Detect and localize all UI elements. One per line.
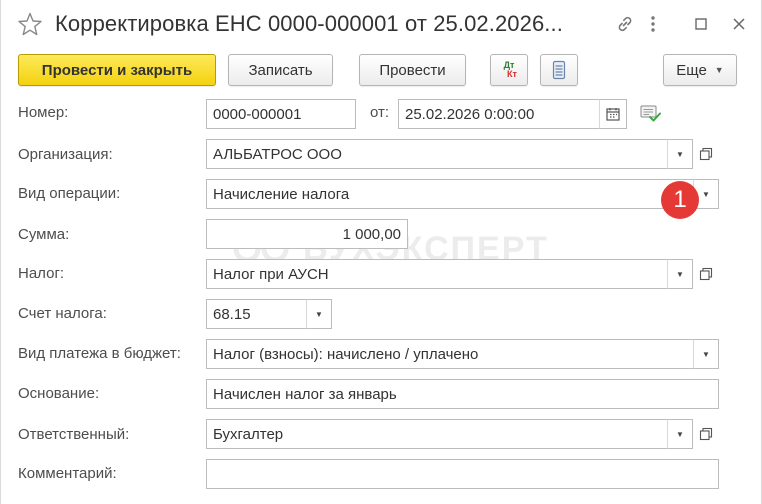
responsible-dropdown-button[interactable]: ▼ bbox=[667, 419, 693, 449]
close-icon[interactable] bbox=[727, 12, 751, 36]
document-window: Корректировка ЕНС 0000-000001 от 25.02.2… bbox=[0, 0, 762, 504]
organization-open-button[interactable] bbox=[693, 139, 719, 169]
date-field[interactable]: 25.02.2026 0:00:00 bbox=[398, 99, 600, 129]
organization-label: Организация: bbox=[18, 146, 113, 163]
star-icon[interactable] bbox=[17, 11, 43, 37]
tax-open-button[interactable] bbox=[693, 259, 719, 289]
organization-dropdown-button[interactable]: ▼ bbox=[667, 139, 693, 169]
link-icon[interactable] bbox=[613, 12, 637, 36]
tax-account-field[interactable]: 68.15 bbox=[206, 299, 307, 329]
date-label: от: bbox=[370, 104, 390, 121]
responsible-label: Ответственный: bbox=[18, 426, 130, 443]
more-button[interactable]: Еще ▼ bbox=[663, 54, 737, 86]
dt-kt-button[interactable]: Дт Кт bbox=[490, 54, 528, 86]
list-button[interactable] bbox=[540, 54, 578, 86]
post-and-close-button[interactable]: Провести и закрыть bbox=[18, 54, 216, 86]
dropdown-icon: ▼ bbox=[676, 429, 684, 439]
organization-field[interactable]: АЛЬБАТРОС ООО bbox=[206, 139, 668, 169]
window-title: Корректировка ЕНС 0000-000001 от 25.02.2… bbox=[55, 11, 563, 36]
open-icon bbox=[699, 427, 713, 441]
tax-field[interactable]: Налог при АУСН bbox=[206, 259, 668, 289]
callout-badge: 1 bbox=[661, 181, 699, 219]
payment-type-field[interactable]: Налог (взносы): начислено / уплачено bbox=[206, 339, 694, 369]
dt-kt-icon: Дт Кт bbox=[503, 60, 517, 79]
comment-field[interactable] bbox=[206, 459, 719, 489]
tax-dropdown-button[interactable]: ▼ bbox=[667, 259, 693, 289]
maximize-icon[interactable] bbox=[689, 12, 713, 36]
more-vertical-icon[interactable] bbox=[641, 12, 665, 36]
dropdown-icon: ▼ bbox=[676, 269, 684, 279]
tax-account-label: Счет налога: bbox=[18, 305, 107, 322]
responsible-open-button[interactable] bbox=[693, 419, 719, 449]
save-button[interactable]: Записать bbox=[228, 54, 333, 86]
dropdown-icon: ▼ bbox=[702, 189, 710, 199]
dropdown-icon: ▼ bbox=[315, 309, 323, 319]
number-label: Номер: bbox=[18, 104, 69, 121]
chevron-down-icon: ▼ bbox=[714, 65, 724, 75]
open-icon bbox=[699, 267, 713, 281]
payment-type-dropdown-button[interactable]: ▼ bbox=[693, 339, 719, 369]
calendar-button[interactable] bbox=[599, 99, 627, 129]
dropdown-icon: ▼ bbox=[676, 149, 684, 159]
amount-label: Сумма: bbox=[18, 226, 70, 243]
open-icon bbox=[699, 147, 713, 161]
comment-label: Комментарий: bbox=[18, 465, 117, 482]
list-icon bbox=[552, 60, 566, 80]
basis-label: Основание: bbox=[18, 385, 100, 402]
tax-label: Налог: bbox=[18, 265, 65, 282]
payment-type-label: Вид платежа в бюджет: bbox=[18, 345, 181, 362]
title-bar: Корректировка ЕНС 0000-000001 от 25.02.2… bbox=[1, 0, 762, 50]
amount-field[interactable]: 1 000,00 bbox=[206, 219, 408, 249]
calendar-icon bbox=[606, 108, 620, 121]
operation-type-label: Вид операции: bbox=[18, 185, 121, 202]
operation-type-field[interactable]: Начисление налога bbox=[206, 179, 694, 209]
dropdown-icon: ▼ bbox=[702, 349, 710, 359]
responsible-field[interactable]: Бухгалтер bbox=[206, 419, 668, 449]
basis-field[interactable]: Начислен налог за январь bbox=[206, 379, 719, 409]
post-button[interactable]: Провести bbox=[359, 54, 466, 86]
tax-account-dropdown-button[interactable]: ▼ bbox=[306, 299, 332, 329]
document-check-icon[interactable] bbox=[640, 104, 662, 124]
number-field[interactable]: 0000-000001 bbox=[206, 99, 356, 129]
